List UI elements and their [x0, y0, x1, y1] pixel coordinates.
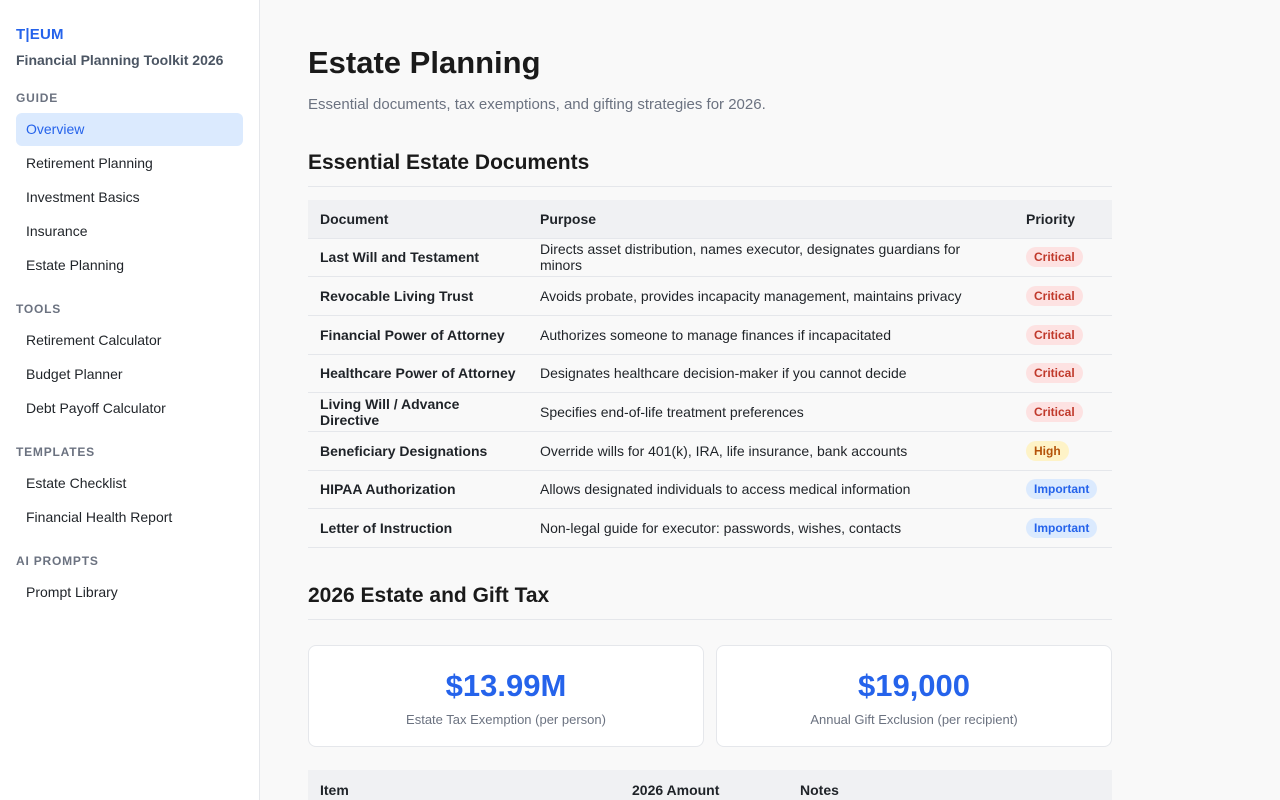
nav-section-guide: GUIDE Overview Retirement Planning Inves… [16, 91, 243, 282]
column-header-notes: Notes [788, 770, 1112, 800]
document-purpose: Avoids probate, provides incapacity mana… [528, 276, 1014, 316]
table-row: Living Will / Advance Directive Specifie… [308, 392, 1112, 432]
priority-badge: Important [1026, 518, 1098, 539]
column-header-purpose: Purpose [528, 200, 1014, 239]
document-name: Letter of Instruction [308, 508, 528, 548]
table-row: Revocable Living Trust Avoids probate, p… [308, 276, 1112, 316]
table-header-row: Document Purpose Priority [308, 200, 1112, 239]
sidebar-item-financial-health-report[interactable]: Financial Health Report [16, 501, 243, 534]
stat-card-estate-exemption: $13.99M Estate Tax Exemption (per person… [308, 645, 704, 747]
sidebar: T|EUM Financial Planning Toolkit 2026 GU… [0, 0, 260, 800]
priority-cell: Critical [1014, 238, 1112, 278]
sidebar-item-retirement-calculator[interactable]: Retirement Calculator [16, 324, 243, 357]
sidebar-item-overview[interactable]: Overview [16, 113, 243, 146]
sidebar-item-estate-planning[interactable]: Estate Planning [16, 249, 243, 282]
column-header-2026-amount: 2026 Amount [620, 770, 788, 800]
column-header-priority: Priority [1014, 200, 1112, 239]
section-title-documents: Essential Estate Documents [308, 150, 1112, 187]
page-subtitle: Essential documents, tax exemptions, and… [308, 96, 766, 113]
document-purpose: Override wills for 401(k), IRA, life ins… [528, 431, 1014, 471]
table-row: Letter of Instruction Non-legal guide fo… [308, 508, 1112, 548]
document-purpose: Non-legal guide for executor: passwords,… [528, 508, 1014, 548]
nav-section-ai-prompts: AI PROMPTS Prompt Library [16, 554, 243, 609]
document-purpose: Specifies end-of-life treatment preferen… [528, 392, 1014, 432]
priority-badge: Critical [1026, 402, 1083, 423]
document-name: Revocable Living Trust [308, 276, 528, 316]
tax-table: Item 2026 Amount Notes [308, 770, 1112, 800]
document-name: Beneficiary Designations [308, 431, 528, 471]
sidebar-item-insurance[interactable]: Insurance [16, 215, 243, 248]
stat-value: $19,000 [857, 668, 971, 703]
priority-cell: Critical [1014, 354, 1112, 394]
priority-badge: High [1026, 440, 1069, 461]
priority-cell: Important [1014, 508, 1112, 548]
sidebar-item-investment-basics[interactable]: Investment Basics [16, 181, 243, 214]
documents-table: Document Purpose Priority Last Will and … [308, 200, 1112, 548]
document-purpose: Allows designated individuals to access … [528, 470, 1014, 510]
nav-section-title: TEMPLATES [16, 445, 95, 459]
priority-cell: Critical [1014, 276, 1112, 316]
priority-cell: High [1014, 431, 1112, 471]
table-row: Financial Power of Attorney Authorizes s… [308, 315, 1112, 355]
priority-badge: Critical [1026, 324, 1083, 345]
nav-section-title: AI PROMPTS [16, 554, 99, 568]
table-row: Healthcare Power of Attorney Designates … [308, 354, 1112, 394]
document-name: Financial Power of Attorney [308, 315, 528, 355]
sidebar-item-debt-payoff-calculator[interactable]: Debt Payoff Calculator [16, 392, 243, 425]
column-header-document: Document [308, 200, 528, 239]
nav-section-title: GUIDE [16, 91, 59, 105]
section-title-tax: 2026 Estate and Gift Tax [308, 583, 1112, 620]
page-title: Estate Planning [308, 45, 541, 80]
priority-badge: Critical [1026, 247, 1083, 268]
stat-label: Estate Tax Exemption (per person) [406, 712, 606, 727]
nav-section-title: TOOLS [16, 302, 62, 316]
document-name: Last Will and Testament [308, 238, 528, 278]
stat-value: $13.99M [445, 668, 567, 703]
stat-label: Annual Gift Exclusion (per recipient) [810, 712, 1018, 727]
table-row: Last Will and Testament Directs asset di… [308, 238, 1112, 278]
priority-badge: Critical [1026, 363, 1083, 384]
brand-logo[interactable]: T|EUM [16, 26, 243, 44]
table-row: HIPAA Authorization Allows designated in… [308, 470, 1112, 510]
document-purpose: Authorizes someone to manage finances if… [528, 315, 1014, 355]
sidebar-item-prompt-library[interactable]: Prompt Library [16, 576, 243, 609]
priority-cell: Critical [1014, 392, 1112, 432]
table-row: Beneficiary Designations Override wills … [308, 431, 1112, 471]
document-purpose: Directs asset distribution, names execut… [528, 238, 1014, 278]
nav-section-templates: TEMPLATES Estate Checklist Financial Hea… [16, 445, 243, 534]
document-name: Healthcare Power of Attorney [308, 354, 528, 394]
document-name: HIPAA Authorization [308, 470, 528, 510]
table-header-row: Item 2026 Amount Notes [308, 770, 1112, 800]
brand-subtitle: Financial Planning Toolkit 2026 [16, 52, 224, 68]
priority-cell: Important [1014, 470, 1112, 510]
stat-card-gift-exclusion: $19,000 Annual Gift Exclusion (per recip… [716, 645, 1112, 747]
priority-cell: Critical [1014, 315, 1112, 355]
document-purpose: Designates healthcare decision-maker if … [528, 354, 1014, 394]
sidebar-item-retirement-planning[interactable]: Retirement Planning [16, 147, 243, 180]
nav-section-tools: TOOLS Retirement Calculator Budget Plann… [16, 302, 243, 425]
priority-badge: Important [1026, 479, 1098, 500]
priority-badge: Critical [1026, 286, 1083, 307]
column-header-item: Item [308, 770, 620, 800]
sidebar-item-budget-planner[interactable]: Budget Planner [16, 358, 243, 391]
document-name: Living Will / Advance Directive [308, 392, 528, 432]
sidebar-item-estate-checklist[interactable]: Estate Checklist [16, 467, 243, 500]
